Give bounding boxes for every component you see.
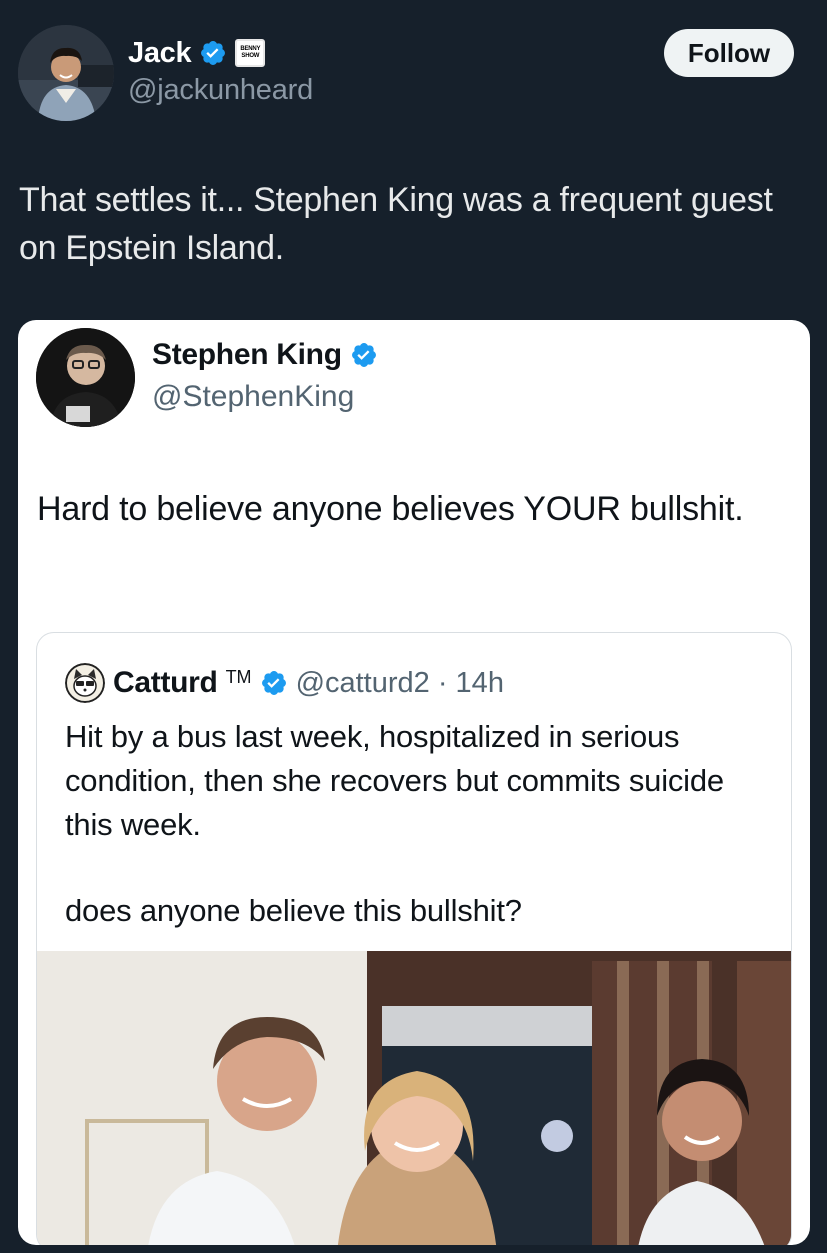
quoted-author-avatar[interactable]	[36, 328, 135, 427]
cat-avatar-icon[interactable]	[65, 663, 105, 703]
affiliate-badge[interactable]: BENNY SHOW	[235, 39, 266, 67]
quoted-tweet-card[interactable]: Stephen King @StephenKing Hard to believ…	[18, 320, 810, 1245]
nested-quote-handle-time[interactable]: @catturd2 · 14h	[296, 667, 504, 700]
author-block: Jack BENNY SHOW @jackunheard	[128, 36, 313, 107]
verified-badge-icon	[199, 39, 227, 67]
tweet-text: That settles it... Stephen King was a fr…	[19, 181, 773, 267]
follow-button[interactable]: Follow	[664, 29, 794, 77]
tweet-screen: Jack BENNY SHOW @jackunheard Follow That…	[0, 0, 827, 1253]
author-avatar[interactable]	[18, 25, 114, 121]
verified-badge-icon	[350, 341, 378, 369]
affiliate-badge-line2: SHOW	[241, 53, 260, 59]
verified-badge-icon	[260, 669, 288, 697]
affiliate-badge-line1: BENNY	[240, 46, 261, 52]
quoted-tweet-text: Hard to believe anyone believes YOUR bul…	[37, 490, 744, 528]
nested-quote-card[interactable]: Catturd TM @catturd2 · 14h Hit by a bus …	[36, 632, 792, 1245]
nested-quote-text: Hit by a bus last week, hospitalized in …	[65, 719, 724, 842]
trademark-symbol: TM	[225, 667, 252, 687]
quoted-author-name[interactable]: Stephen King	[152, 338, 342, 372]
nested-quote-author-name[interactable]: Catturd	[113, 666, 218, 700]
nested-quote-header: Catturd TM @catturd2 · 14h	[65, 663, 504, 703]
author-name[interactable]: Jack	[128, 37, 192, 70]
quoted-author-block: Stephen King @StephenKing	[152, 338, 378, 414]
nested-quote-text-2: does anyone believe this bullshit?	[65, 893, 522, 928]
quoted-author-handle[interactable]: @StephenKing	[152, 380, 378, 414]
author-handle[interactable]: @jackunheard	[128, 74, 313, 107]
nested-quote-photo[interactable]	[37, 951, 791, 1245]
